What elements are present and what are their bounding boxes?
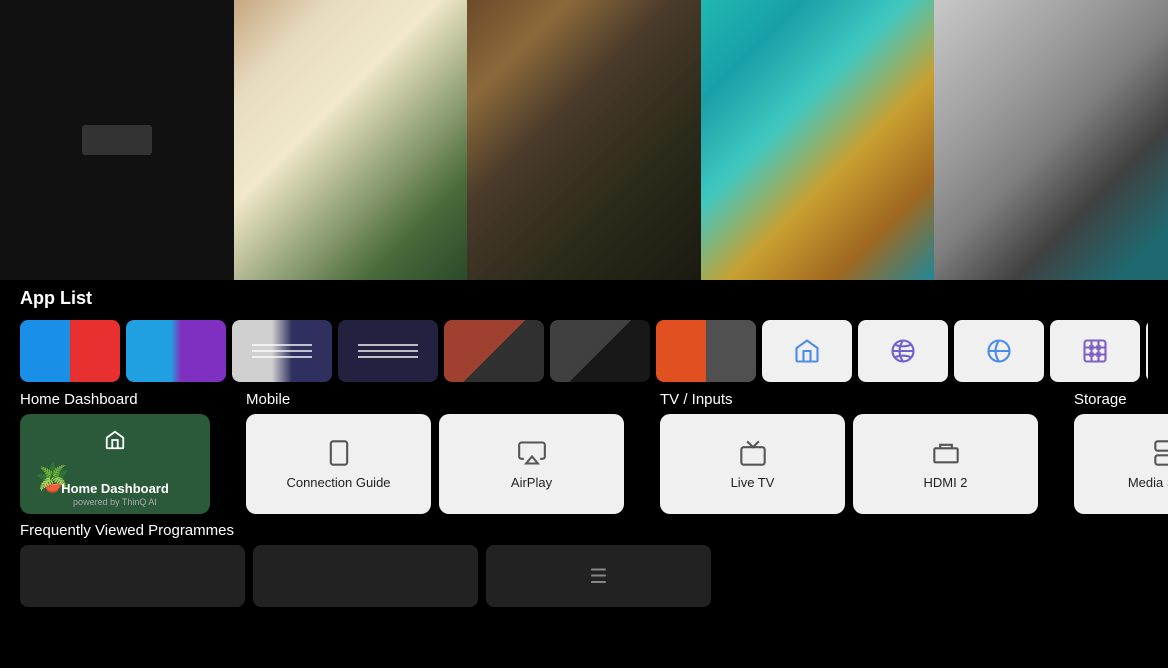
app-tile-media[interactable] bbox=[1050, 320, 1140, 382]
hdmi2-tile[interactable]: HDMI 2 bbox=[853, 414, 1038, 514]
phone-icon bbox=[325, 439, 353, 467]
app-tile-2[interactable] bbox=[126, 320, 226, 382]
mobile-title: Mobile bbox=[246, 391, 624, 408]
banner-3[interactable] bbox=[467, 0, 701, 280]
banner-1[interactable] bbox=[0, 0, 234, 280]
sports-icon bbox=[889, 337, 917, 365]
freq-tile-3[interactable]: ☰ bbox=[486, 545, 711, 607]
app-tile-5[interactable] bbox=[444, 320, 544, 382]
home-dashboard-label: Home Dashboard bbox=[61, 481, 169, 496]
hdmi-icon bbox=[932, 439, 960, 467]
media-server-tile[interactable]: Media Server bbox=[1074, 414, 1168, 514]
app-list-title: App List bbox=[20, 288, 1148, 309]
banner-5[interactable] bbox=[934, 0, 1168, 280]
freq-tile-2[interactable] bbox=[253, 545, 478, 607]
airplay-tile[interactable]: AirPlay bbox=[439, 414, 624, 514]
app-tile-edit[interactable] bbox=[1146, 320, 1148, 382]
banner-4[interactable] bbox=[701, 0, 935, 280]
hdmi2-label: HDMI 2 bbox=[923, 475, 967, 490]
home-dashboard-title: Home Dashboard bbox=[20, 391, 210, 408]
bottom-area: Home Dashboard 🪴 Home Dashboard powered … bbox=[0, 385, 1168, 607]
frequently-viewed-title: Frequently Viewed Programmes bbox=[20, 522, 1148, 539]
list-icon: ☰ bbox=[590, 564, 608, 589]
app-tile-4[interactable] bbox=[338, 320, 438, 382]
server-icon bbox=[1153, 439, 1168, 467]
airplay-label: AirPlay bbox=[511, 475, 552, 490]
freq-tiles-row: ☰ bbox=[20, 545, 1148, 607]
banner-2[interactable] bbox=[234, 0, 468, 280]
home-dashboard-tile[interactable]: 🪴 Home Dashboard powered by ThinQ AI bbox=[20, 414, 210, 514]
storage-section: Storage Media Server bbox=[1074, 391, 1168, 514]
mobile-tiles: Connection Guide AirPlay bbox=[246, 414, 624, 514]
connection-guide-tile[interactable]: Connection Guide bbox=[246, 414, 431, 514]
home-dashboard-sublabel: powered by ThinQ AI bbox=[73, 497, 157, 507]
top-banner bbox=[0, 0, 1168, 280]
airplay-icon bbox=[518, 439, 546, 467]
banner-placeholder-1 bbox=[82, 125, 152, 155]
tv-inputs-title: TV / Inputs bbox=[660, 391, 1038, 408]
home-dashboard-section: Home Dashboard 🪴 Home Dashboard powered … bbox=[20, 391, 210, 514]
tv-inputs-tiles: Live TV HDMI 2 bbox=[660, 414, 1038, 514]
freq-tile-1[interactable] bbox=[20, 545, 245, 607]
home-icon bbox=[793, 337, 821, 365]
app-tile-7[interactable] bbox=[656, 320, 756, 382]
home-dashboard-home-icon bbox=[104, 429, 126, 457]
mobile-section: Mobile Connection Guide AirPlay bbox=[246, 391, 624, 514]
storage-tiles: Media Server bbox=[1074, 414, 1168, 514]
tv-inputs-section: TV / Inputs Live TV HDMI 2 bbox=[660, 391, 1038, 514]
media-server-label: Media Server bbox=[1128, 475, 1168, 490]
app-list-section: App List bbox=[0, 280, 1168, 385]
media-icon bbox=[1081, 337, 1109, 365]
live-tv-tile[interactable]: Live TV bbox=[660, 414, 845, 514]
app-tile-3[interactable] bbox=[232, 320, 332, 382]
connection-guide-label: Connection Guide bbox=[286, 475, 390, 490]
tv-icon bbox=[739, 439, 767, 467]
frequently-viewed-section: Frequently Viewed Programmes ☰ bbox=[20, 522, 1148, 607]
web-icon bbox=[985, 337, 1013, 365]
app-tile-1[interactable] bbox=[20, 320, 120, 382]
app-tile-home[interactable] bbox=[762, 320, 852, 382]
app-tile-sports[interactable] bbox=[858, 320, 948, 382]
app-tile-web[interactable] bbox=[954, 320, 1044, 382]
app-tile-6[interactable] bbox=[550, 320, 650, 382]
live-tv-label: Live TV bbox=[731, 475, 775, 490]
app-list-row: Settings bbox=[20, 317, 1148, 385]
storage-title: Storage bbox=[1074, 391, 1168, 408]
full-sections: Home Dashboard 🪴 Home Dashboard powered … bbox=[20, 391, 1148, 514]
home-dashboard-tiles: 🪴 Home Dashboard powered by ThinQ AI bbox=[20, 414, 210, 514]
